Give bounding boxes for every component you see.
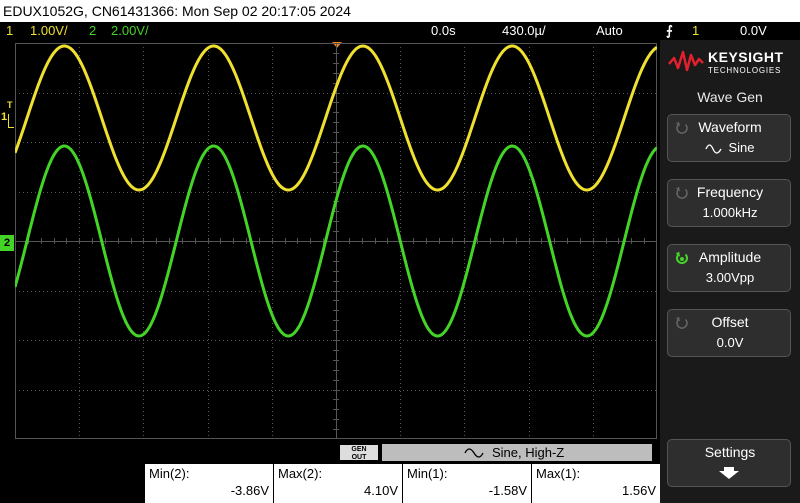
keysight-logo: KEYSIGHT TECHNOLOGIES: [660, 40, 800, 80]
status-bar: 1 1.00V/ 2 2.00V/ 0.0s 430.0µ/ Auto ⨍ 1 …: [0, 22, 800, 40]
softkey-frequency[interactable]: Frequency 1.000kHz: [667, 179, 791, 227]
measurement-value: -1.58V: [488, 483, 527, 498]
softkey-label: Settings: [704, 444, 756, 460]
measurement-label: Max(1):: [536, 466, 581, 481]
waveform-display[interactable]: [15, 43, 657, 439]
trigger-level[interactable]: 0.0V: [740, 22, 767, 40]
measurement-max-ch2[interactable]: Max(2): 4.10V: [274, 464, 402, 503]
trigger-source[interactable]: 1: [692, 22, 699, 40]
softkey-offset[interactable]: Offset 0.0V: [667, 309, 791, 357]
gen-tag-line2: OUT: [351, 454, 367, 461]
ch2-scale[interactable]: 2.00V/: [111, 22, 149, 40]
ch1-ground-icon: [8, 114, 14, 128]
measurement-value: 1.56V: [622, 483, 656, 498]
softkey-label: Waveform: [698, 119, 762, 135]
trigger-level-tag: T: [7, 100, 13, 110]
softkey-value: 0.0V: [716, 335, 744, 350]
measurement-max-ch1[interactable]: Max(1): 1.56V: [532, 464, 660, 503]
gen-tag-line1: GEN: [351, 446, 367, 453]
wavegen-info-text: Sine, High-Z: [492, 445, 565, 460]
trigger-edge-icon: ⨍: [666, 23, 673, 38]
gen-out-tag[interactable]: GEN OUT: [340, 445, 378, 461]
measurement-bar: Min(2): -3.86V Max(2): 4.10V Min(1): -1.…: [0, 464, 660, 503]
ch1-ground-marker[interactable]: 1: [1, 111, 7, 123]
measurement-value: 4.10V: [364, 483, 398, 498]
softkey-panel: KEYSIGHT TECHNOLOGIES Wave Gen Waveform …: [660, 40, 800, 503]
softkey-amplitude[interactable]: Amplitude 3.00Vpp: [667, 244, 791, 292]
measurement-label: Max(2):: [278, 466, 323, 481]
softkey-label: Frequency: [696, 184, 764, 200]
wavegen-status-bar: GEN OUT Sine, High-Z: [0, 443, 657, 462]
measurement-label: Min(2):: [149, 466, 190, 481]
ch2-ground-marker[interactable]: 2: [0, 235, 14, 251]
softkey-value-row: Sine: [668, 140, 792, 155]
softkey-settings[interactable]: Settings: [667, 439, 791, 487]
ch2-number[interactable]: 2: [89, 22, 96, 40]
time-delay[interactable]: 0.0s: [431, 22, 456, 40]
trigger-mode[interactable]: Auto: [596, 22, 623, 40]
brand-subtitle: TECHNOLOGIES: [708, 66, 782, 75]
title-bar: EDUX1052G, CN61431366: Mon Sep 02 20:17:…: [0, 0, 800, 22]
measurement-value: -3.86V: [230, 483, 269, 498]
softkey-label: Offset: [711, 314, 749, 330]
wavegen-info: Sine, High-Z: [382, 444, 652, 461]
softkey-waveform[interactable]: Waveform Sine: [667, 114, 791, 162]
ch1-number[interactable]: 1: [6, 22, 13, 40]
menu-title: Wave Gen: [697, 89, 763, 105]
time-scale[interactable]: 430.0µ/: [502, 22, 546, 40]
softkey-label: Amplitude: [698, 249, 762, 265]
down-arrow-icon: [719, 467, 739, 479]
measurement-min-ch1[interactable]: Min(1): -1.58V: [403, 464, 531, 503]
ch1-scale[interactable]: 1.00V/: [30, 22, 68, 40]
softkey-value: 3.00Vpp: [705, 270, 755, 285]
measurement-min-ch2[interactable]: Min(2): -3.86V: [145, 464, 273, 503]
brand-name: KEYSIGHT: [708, 49, 784, 65]
title-text: EDUX1052G, CN61431366: Mon Sep 02 20:17:…: [3, 3, 351, 19]
softkey-value: 1.000kHz: [702, 205, 758, 220]
sine-wave-icon: [464, 448, 484, 458]
sine-wave-icon: [705, 143, 723, 154]
keysight-wave-icon: [668, 50, 704, 72]
softkey-value: Sine: [728, 140, 755, 155]
measurement-label: Min(1):: [407, 466, 448, 481]
